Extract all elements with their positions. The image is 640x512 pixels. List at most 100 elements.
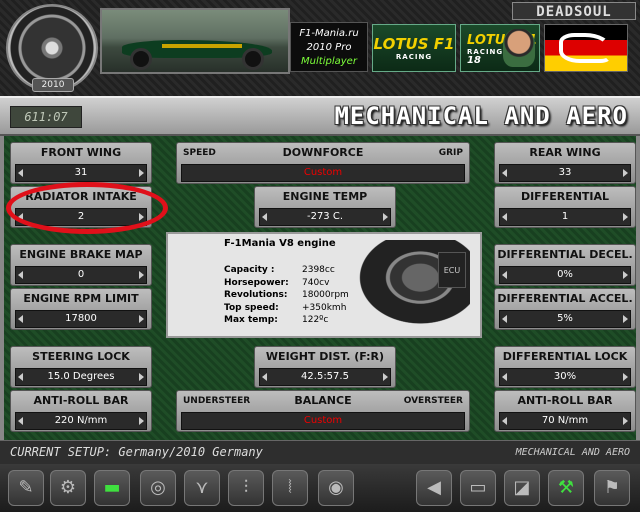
engine-rpm-limit-control: ENGINE RPM LIMIT 17800: [10, 288, 152, 330]
balance-control: UNDERSTEER BALANCE OVERSTEER Custom: [176, 390, 470, 432]
balance-slider[interactable]: Custom: [181, 412, 465, 430]
anti-roll-rear-increase-icon[interactable]: [623, 417, 628, 425]
downforce-slider[interactable]: Custom: [181, 164, 465, 182]
diff-preload-value: 1: [499, 208, 631, 226]
session-timer: 611:07: [10, 106, 82, 128]
team-logo-sub: RACING: [395, 53, 433, 61]
weight-dist-decrease-icon[interactable]: [262, 373, 267, 381]
car-wheel-front: [130, 48, 152, 70]
brake-disc-icon[interactable]: ◉: [318, 470, 354, 506]
spec-key: Capacity :: [224, 265, 275, 275]
rear-wing-label: REAR WING: [529, 146, 601, 159]
diff-decel-label: DIFFERENTIAL DECEL.: [497, 248, 633, 261]
driver-portrait-icon: [503, 29, 535, 67]
weight-dist-increase-icon[interactable]: [383, 373, 388, 381]
engine-specs: Capacity : 2398cc Horsepower: 740cv Revolu…: [224, 264, 349, 327]
diff-preload-decrease-icon[interactable]: [502, 213, 507, 221]
back-icon[interactable]: ◀: [416, 470, 452, 506]
diff-preload-control: DIFFERENTIAL PRELOAD 1: [494, 186, 636, 228]
diff-lock-label: DIFFERENTIAL LOCK: [502, 350, 628, 363]
rear-wing-value-text: 33: [558, 167, 572, 178]
driver-number: 18: [467, 55, 481, 66]
gears-icon[interactable]: ⚙: [50, 470, 86, 506]
anti-roll-front-increase-icon[interactable]: [139, 417, 144, 425]
spec-key: Revolutions:: [224, 290, 288, 300]
chequered-flag-icon[interactable]: ⚑: [594, 470, 630, 506]
spec-value: 18000rpm: [302, 290, 349, 300]
anti-roll-rear-control: ANTI-ROLL BAR 70 N/mm: [494, 390, 636, 432]
diff-preload-increase-icon[interactable]: [623, 213, 628, 221]
diff-lock-control: DIFFERENTIAL LOCK 30%: [494, 346, 636, 388]
spec-row: Revolutions: 18000rpm: [224, 289, 349, 302]
diff-decel-value: 0%: [499, 266, 631, 284]
spec-row: Horsepower: 740cv: [224, 277, 349, 290]
anti-roll-front-value: 220 N/mm: [15, 412, 147, 430]
track-outline-icon: [559, 33, 611, 63]
front-wing-increase-icon[interactable]: [139, 169, 144, 177]
car-photo: [100, 8, 290, 74]
diff-accel-decrease-icon[interactable]: [502, 315, 507, 323]
engine-name: F-1Mania V8 engine: [224, 238, 336, 249]
page-title: MECHANICAL AND AERO: [334, 102, 628, 130]
rear-wing-decrease-icon[interactable]: [502, 169, 507, 177]
steering-lock-value: 15.0 Degrees: [15, 368, 147, 386]
diff-decel-increase-icon[interactable]: [623, 271, 628, 279]
diff-lock-decrease-icon[interactable]: [502, 373, 507, 381]
team-logo: LOTUS F1 RACING: [372, 24, 456, 72]
notes-icon[interactable]: ✎: [8, 470, 44, 506]
info-line-site: F1-Mania.ru: [299, 28, 359, 39]
car-icon[interactable]: ▬: [94, 470, 130, 506]
steering-lock-decrease-icon[interactable]: [18, 373, 23, 381]
engine-temp-decrease-icon[interactable]: [262, 213, 267, 221]
diff-lock-increase-icon[interactable]: [623, 373, 628, 381]
engine-temp-value-text: -273 C.: [306, 211, 344, 222]
info-line-mode: Multiplayer: [301, 56, 357, 67]
engine-rpm-limit-decrease-icon[interactable]: [18, 315, 23, 323]
engine-brake-map-increase-icon[interactable]: [139, 271, 144, 279]
balance-value-text: Custom: [303, 415, 343, 426]
downforce-control: SPEED DOWNFORCE GRIP Custom: [176, 142, 470, 184]
engine-brake-map-value-text: 0: [77, 269, 85, 280]
germany-flag-icon: [544, 24, 628, 72]
downforce-right-label: GRIP: [438, 148, 463, 158]
engine-rpm-limit-value: 17800: [15, 310, 147, 328]
current-setup-label: CURRENT SETUP: Germany/2010 Germany: [10, 445, 263, 459]
diff-decel-decrease-icon[interactable]: [502, 271, 507, 279]
engine-temp-increase-icon[interactable]: [383, 213, 388, 221]
spec-row: Capacity : 2398cc: [224, 264, 349, 277]
tyre-icon[interactable]: ◎: [140, 470, 176, 506]
diff-accel-increase-icon[interactable]: [623, 315, 628, 323]
engine-brake-map-decrease-icon[interactable]: [18, 271, 23, 279]
diff-accel-control: DIFFERENTIAL ACCEL. 5%: [494, 288, 636, 330]
spec-key: Max temp:: [224, 315, 278, 325]
shock-absorber-icon[interactable]: ⦚: [272, 470, 308, 506]
diff-preload-value-text: 1: [561, 211, 569, 222]
suspension-icon[interactable]: ⋎: [184, 470, 220, 506]
folder-icon[interactable]: ▭: [460, 470, 496, 506]
spec-key: Top speed:: [224, 302, 279, 313]
rear-wing-value: 33: [499, 164, 631, 182]
rear-wing-increase-icon[interactable]: [623, 169, 628, 177]
weight-dist-control: WEIGHT DIST. (F:R) 42.5:57.5: [254, 346, 396, 388]
status-bar: CURRENT SETUP: Germany/2010 Germany MECH…: [0, 440, 640, 464]
wrench-icon[interactable]: ⚒: [548, 470, 584, 506]
spec-row: Max temp: 122ºc: [224, 314, 349, 327]
spec-value: 2398cc: [302, 265, 335, 275]
steering-lock-value-text: 15.0 Degrees: [47, 371, 115, 382]
steering-lock-increase-icon[interactable]: [139, 373, 144, 381]
title-bar: 611:07 MECHANICAL AND AERO: [0, 96, 640, 136]
downforce-label: DOWNFORCE: [282, 146, 364, 159]
diff-decel-control: DIFFERENTIAL DECEL. 0%: [494, 244, 636, 286]
diff-lock-value-text: 30%: [553, 371, 577, 382]
car-wheel-rear: [242, 48, 264, 70]
front-wing-decrease-icon[interactable]: [18, 169, 23, 177]
engine-rpm-limit-increase-icon[interactable]: [139, 315, 144, 323]
engine-temp-control: ENGINE TEMP -273 C.: [254, 186, 396, 228]
anti-roll-front-decrease-icon[interactable]: [18, 417, 23, 425]
anti-roll-rear-decrease-icon[interactable]: [502, 417, 507, 425]
spark-plug-icon[interactable]: ⫶: [228, 470, 264, 506]
downforce-left-label: SPEED: [183, 148, 216, 158]
save-icon[interactable]: ◪: [504, 470, 540, 506]
balance-left-label: UNDERSTEER: [183, 396, 251, 406]
engine-info-panel: F-1Mania V8 engine Capacity : 2398cc Hors…: [166, 232, 482, 338]
